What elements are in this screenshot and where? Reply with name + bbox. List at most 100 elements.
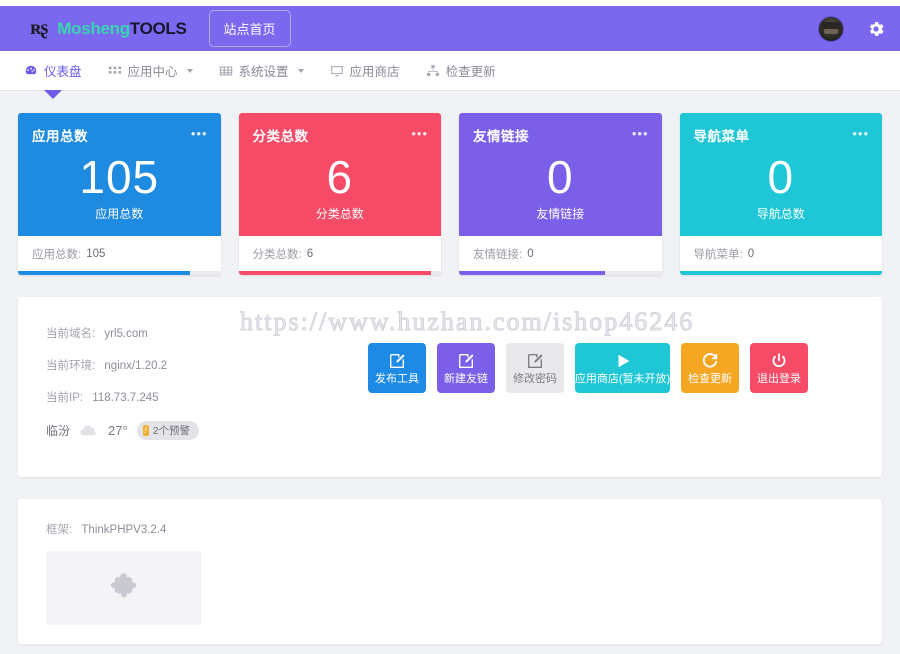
card-progress-track bbox=[459, 271, 662, 275]
info-label-environment: 当前环境: bbox=[46, 360, 96, 372]
nav-label-app-store: 应用商店 bbox=[349, 65, 400, 79]
chevron-down-icon bbox=[186, 68, 193, 73]
card-footer: 导航菜单: 0 bbox=[679, 236, 882, 271]
card-footer: 应用总数: 105 bbox=[18, 236, 221, 271]
brand-name-part1: Mosheng bbox=[57, 18, 130, 38]
edit-square-icon bbox=[457, 352, 475, 370]
brand-name: MoshengTOOLS bbox=[57, 18, 187, 39]
card-menu-icon[interactable]: ••• bbox=[411, 126, 428, 141]
nav-label-check-update: 检查更新 bbox=[445, 65, 496, 79]
avatar[interactable] bbox=[818, 15, 844, 42]
card-footer: 友情链接: 0 bbox=[459, 236, 662, 271]
quick-actions: 发布工具 新建友链 修改密码 应用商店(暂未开放) 检查更新 退出登录 bbox=[368, 343, 808, 393]
card-progress-fill bbox=[238, 271, 431, 275]
action-label: 发布工具 bbox=[375, 372, 419, 385]
card-body: 导航菜单 ••• 0 导航总数 bbox=[679, 113, 882, 236]
card-menu-icon[interactable]: ••• bbox=[852, 126, 869, 141]
card-subtitle: 友情链接 bbox=[536, 207, 585, 221]
content-area: 应用总数 ••• 105 应用总数 应用总数: 105 分类总数 ••• 6 分… bbox=[0, 91, 900, 644]
action-label: 退出登录 bbox=[757, 372, 801, 385]
nav-item-system-settings[interactable]: 系统设置 bbox=[219, 61, 304, 80]
header-right-tools bbox=[818, 6, 886, 51]
action-label: 新建友链 bbox=[444, 372, 488, 385]
framework-row: 框架: ThinkPHPV3.2.4 bbox=[46, 521, 882, 537]
action-label: 检查更新 bbox=[688, 372, 732, 385]
nav-item-dashboard[interactable]: 仪表盘 bbox=[24, 61, 82, 80]
card-footer-label: 应用总数: bbox=[32, 248, 82, 261]
action-new-friend-link[interactable]: 新建友链 bbox=[437, 343, 495, 393]
sitemap-icon bbox=[426, 64, 440, 78]
puzzle-piece-icon bbox=[107, 571, 141, 605]
action-label: 修改密码 bbox=[513, 372, 557, 385]
card-footer-value: 0 bbox=[747, 247, 755, 260]
card-footer-label: 友情链接: bbox=[473, 248, 523, 261]
action-logout[interactable]: 退出登录 bbox=[750, 343, 808, 393]
chevron-down-icon bbox=[297, 68, 304, 73]
brand-name-part2: TOOLS bbox=[129, 18, 187, 38]
monitor-icon bbox=[330, 64, 344, 78]
card-title: 友情链接 bbox=[473, 129, 529, 144]
card-value: 6 bbox=[326, 151, 354, 203]
grid-icon bbox=[108, 64, 122, 78]
card-footer-value: 105 bbox=[86, 247, 106, 260]
card-body: 友情链接 ••• 0 友情链接 bbox=[459, 113, 662, 236]
weather-temperature: 27° bbox=[108, 423, 128, 438]
card-footer-label: 分类总数: bbox=[252, 248, 302, 261]
card-progress-fill bbox=[18, 271, 191, 275]
card-subtitle: 分类总数 bbox=[315, 207, 364, 221]
weather-alert-badge[interactable]: ! 2个预警 bbox=[136, 421, 200, 440]
card-progress-track bbox=[679, 271, 882, 275]
nav-item-app-center[interactable]: 应用中心 bbox=[108, 61, 193, 80]
action-change-password[interactable]: 修改密码 bbox=[506, 343, 564, 393]
power-icon bbox=[770, 352, 788, 370]
card-subtitle: 应用总数 bbox=[95, 207, 144, 221]
edit-square-icon bbox=[388, 352, 406, 370]
weather-city: 临汾 bbox=[46, 424, 71, 438]
card-footer: 分类总数: 6 bbox=[238, 236, 441, 271]
action-publish-tool[interactable]: 发布工具 bbox=[368, 343, 426, 393]
card-value: 0 bbox=[767, 151, 795, 203]
card-title: 应用总数 bbox=[32, 129, 88, 144]
dashboard-page: ʀʂ MoshengTOOLS 站点首页 仪表盘 应用中心 系统设置 应用商店 … bbox=[0, 0, 900, 654]
card-menu-icon[interactable]: ••• bbox=[191, 126, 208, 141]
card-footer-value: 0 bbox=[527, 247, 534, 260]
nav-label-dashboard: 仪表盘 bbox=[44, 65, 82, 79]
site-home-button[interactable]: 站点首页 bbox=[208, 10, 291, 47]
gear-icon[interactable] bbox=[866, 19, 886, 39]
weather-widget: 临汾 27° ! 2个预警 bbox=[46, 421, 882, 440]
alert-mark-icon: ! bbox=[142, 425, 149, 436]
table-icon bbox=[219, 64, 233, 78]
stat-card-links[interactable]: 友情链接 ••• 0 友情链接 友情链接: 0 bbox=[459, 113, 662, 275]
refresh-icon bbox=[701, 352, 719, 370]
card-progress-fill bbox=[679, 271, 882, 275]
nav-item-check-update[interactable]: 检查更新 bbox=[426, 61, 496, 80]
card-footer-value: 6 bbox=[306, 247, 314, 260]
stat-card-categories[interactable]: 分类总数 ••• 6 分类总数 分类总数: 6 bbox=[238, 113, 441, 275]
weather-alert-text: 2个预警 bbox=[152, 425, 191, 437]
info-label-ip: 当前IP: bbox=[46, 392, 84, 404]
action-check-update[interactable]: 检查更新 bbox=[681, 343, 739, 393]
nav-item-app-store[interactable]: 应用商店 bbox=[330, 61, 400, 80]
nav-active-caret-icon bbox=[44, 90, 62, 99]
brand-mark-icon: ʀʂ bbox=[30, 17, 48, 39]
stat-card-apps[interactable]: 应用总数 ••• 105 应用总数 应用总数: 105 bbox=[18, 113, 221, 275]
card-body: 应用总数 ••• 105 应用总数 bbox=[18, 113, 221, 236]
info-value-environment: nginx/1.20.2 bbox=[104, 360, 168, 372]
play-icon bbox=[614, 352, 632, 370]
info-row-domain: 当前域名: yrl5.com bbox=[46, 325, 882, 341]
card-progress-fill bbox=[459, 271, 605, 275]
framework-panel: 框架: ThinkPHPV3.2.4 bbox=[18, 499, 882, 644]
stat-card-nav-menu[interactable]: 导航菜单 ••• 0 导航总数 导航菜单: 0 bbox=[679, 113, 882, 275]
cloud-icon bbox=[79, 424, 99, 437]
nav-label-app-center: 应用中心 bbox=[127, 65, 178, 79]
edit-square-icon bbox=[526, 352, 544, 370]
action-app-store[interactable]: 应用商店(暂未开放) bbox=[575, 343, 670, 393]
card-value: 0 bbox=[546, 151, 574, 203]
card-progress-track bbox=[18, 271, 221, 275]
card-body: 分类总数 ••• 6 分类总数 bbox=[238, 113, 441, 236]
app-header: ʀʂ MoshengTOOLS 站点首页 bbox=[0, 6, 900, 51]
framework-value: ThinkPHPV3.2.4 bbox=[81, 524, 167, 536]
stat-cards: 应用总数 ••• 105 应用总数 应用总数: 105 分类总数 ••• 6 分… bbox=[18, 113, 882, 275]
brand-logo[interactable]: ʀʂ MoshengTOOLS bbox=[16, 17, 187, 40]
card-menu-icon[interactable]: ••• bbox=[632, 126, 649, 141]
